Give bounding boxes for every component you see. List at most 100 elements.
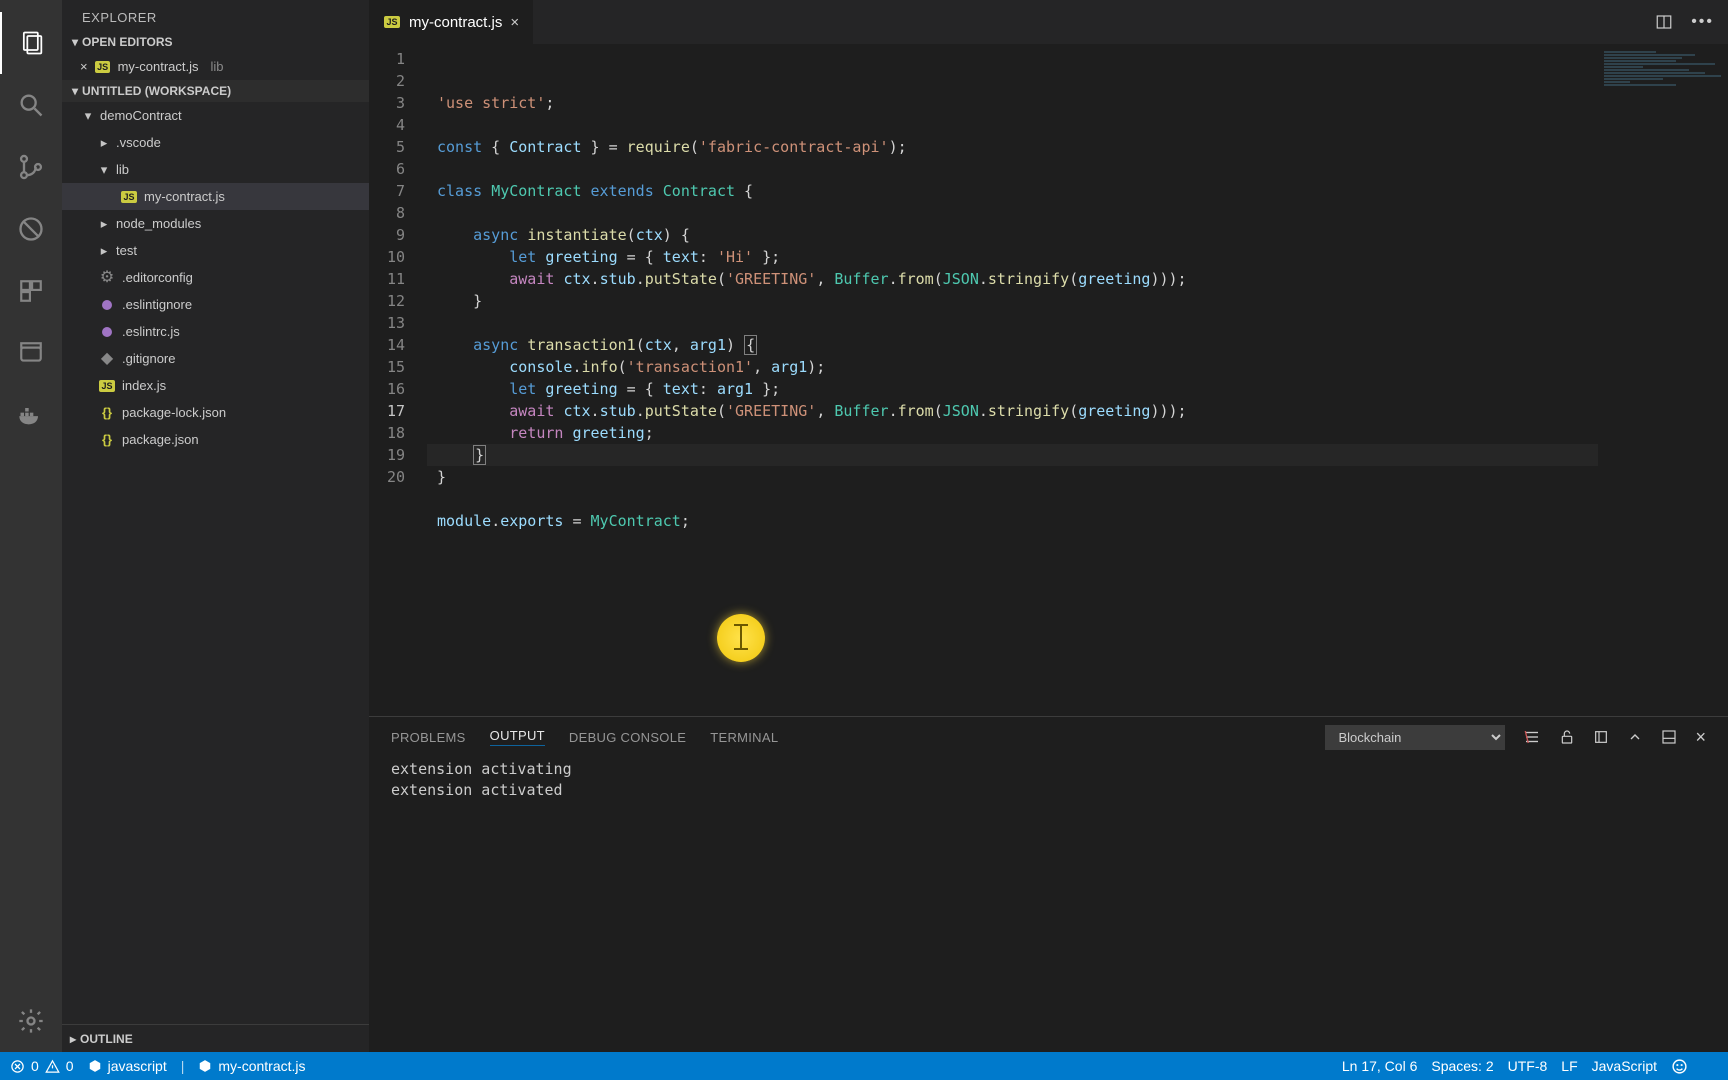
status-encoding[interactable]: UTF-8 <box>1508 1058 1548 1074</box>
panel-tabs: PROBLEMS OUTPUT DEBUG CONSOLE TERMINAL B… <box>369 717 1728 757</box>
tree-folder[interactable]: ▸ node_modules <box>62 210 369 237</box>
status-eslint-label: javascript <box>108 1058 167 1074</box>
tab-terminal[interactable]: TERMINAL <box>710 730 778 745</box>
tree-file[interactable]: {} package-lock.json <box>62 399 369 426</box>
tab-problems[interactable]: PROBLEMS <box>391 730 466 745</box>
tree-file[interactable]: {} package.json <box>62 426 369 453</box>
code-editor[interactable]: 1234567891011121314151617181920 'use str… <box>369 44 1598 716</box>
error-count: 0 <box>31 1058 39 1074</box>
output-content[interactable]: extension activatingextension activated <box>369 757 1728 1052</box>
chevron-down-icon: ▾ <box>72 84 78 98</box>
debug-icon[interactable] <box>0 198 62 260</box>
workspace-label: UNTITLED (WORKSPACE) <box>82 84 231 98</box>
open-editor-path: lib <box>211 59 224 74</box>
warning-count: 0 <box>66 1058 74 1074</box>
status-cursor-position[interactable]: Ln 17, Col 6 <box>1342 1058 1418 1074</box>
tree-folder-lib[interactable]: ▾ lib <box>62 156 369 183</box>
open-log-icon[interactable] <box>1593 729 1609 745</box>
source-control-icon[interactable] <box>0 136 62 198</box>
more-icon[interactable]: ••• <box>1691 13 1714 31</box>
chevron-right-icon: ▸ <box>98 216 110 232</box>
minimap[interactable] <box>1598 44 1728 716</box>
tree-folder[interactable]: ▸ .vscode <box>62 129 369 156</box>
file-label: .eslintrc.js <box>122 324 180 339</box>
status-errors[interactable]: 0 0 <box>10 1058 74 1074</box>
chevron-right-icon: ▸ <box>98 135 110 151</box>
open-editors-label: OPEN EDITORS <box>82 35 172 49</box>
js-file-icon: JS <box>384 16 399 28</box>
status-language[interactable]: JavaScript <box>1592 1058 1657 1074</box>
separator: | <box>181 1058 185 1074</box>
status-indentation[interactable]: Spaces: 2 <box>1431 1058 1493 1074</box>
settings-gear-icon[interactable] <box>0 990 62 1052</box>
close-icon[interactable]: × <box>510 14 519 31</box>
status-eslint[interactable]: javascript <box>88 1058 167 1074</box>
sidebar-title: EXPLORER <box>62 0 369 31</box>
split-editor-icon[interactable] <box>1655 13 1673 31</box>
json-file-icon: {} <box>98 432 116 447</box>
status-eol[interactable]: LF <box>1561 1058 1577 1074</box>
file-tree: ▾ demoContract ▸ .vscode ▾ lib JS my-con… <box>62 102 369 1024</box>
tab-active[interactable]: JS my-contract.js × <box>369 0 534 44</box>
lock-scroll-icon[interactable] <box>1559 729 1575 745</box>
bottom-panel: PROBLEMS OUTPUT DEBUG CONSOLE TERMINAL B… <box>369 716 1728 1052</box>
folder-label: .vscode <box>116 135 161 150</box>
js-file-icon: JS <box>95 61 110 73</box>
json-file-icon: {} <box>98 405 116 420</box>
chevron-down-icon: ▾ <box>72 35 78 49</box>
chevron-down-icon: ▾ <box>82 108 94 124</box>
file-label: .eslintignore <box>122 297 192 312</box>
tree-file[interactable]: JS index.js <box>62 372 369 399</box>
config-file-icon: ⚙ <box>98 273 116 283</box>
gitignore-file-icon: ◆ <box>98 354 116 364</box>
tree-file-active[interactable]: JS my-contract.js <box>62 183 369 210</box>
file-label: .gitignore <box>122 351 175 366</box>
editor-tabs: JS my-contract.js × ••• <box>369 0 1728 44</box>
line-numbers: 1234567891011121314151617181920 <box>369 44 427 716</box>
tab-label: my-contract.js <box>409 14 502 31</box>
open-editor-filename: my-contract.js <box>118 59 199 74</box>
outline-header[interactable]: ▸ OUTLINE <box>62 1024 369 1052</box>
outline-label: OUTLINE <box>80 1032 133 1046</box>
eslint-file-icon <box>102 300 112 310</box>
tree-file[interactable]: .eslintrc.js <box>62 318 369 345</box>
js-file-icon: JS <box>121 191 136 203</box>
file-label: .editorconfig <box>122 270 193 285</box>
workspace-header[interactable]: ▾ UNTITLED (WORKSPACE) <box>62 80 369 102</box>
tree-folder-root[interactable]: ▾ demoContract <box>62 102 369 129</box>
output-channel-select[interactable]: Blockchain <box>1325 725 1505 750</box>
docker-icon[interactable] <box>0 384 62 446</box>
tree-file[interactable]: ◆ .gitignore <box>62 345 369 372</box>
folder-label: lib <box>116 162 129 177</box>
click-indicator-icon <box>717 614 765 662</box>
activity-bar <box>0 0 62 1052</box>
close-icon[interactable]: × <box>80 59 88 74</box>
editor-region: JS my-contract.js × ••• 1234567891011121… <box>369 0 1728 1052</box>
close-panel-icon[interactable]: × <box>1695 727 1706 748</box>
search-icon[interactable] <box>0 74 62 136</box>
sidebar: EXPLORER ▾ OPEN EDITORS × JS my-contract… <box>62 0 369 1052</box>
explorer-icon[interactable] <box>0 12 62 74</box>
folder-label: node_modules <box>116 216 201 231</box>
tree-file[interactable]: ⚙ .editorconfig <box>62 264 369 291</box>
tree-file[interactable]: .eslintignore <box>62 291 369 318</box>
clear-output-icon[interactable] <box>1523 728 1541 746</box>
collapse-panel-icon[interactable] <box>1627 729 1643 745</box>
file-label: my-contract.js <box>144 189 225 204</box>
extensions-icon[interactable] <box>0 260 62 322</box>
ibm-blockchain-icon[interactable] <box>0 322 62 384</box>
notifications-icon[interactable] <box>1702 1058 1718 1074</box>
open-editors-header[interactable]: ▾ OPEN EDITORS <box>62 31 369 53</box>
folder-label: demoContract <box>100 108 182 123</box>
open-editor-item[interactable]: × JS my-contract.js lib <box>62 53 369 80</box>
maximize-panel-icon[interactable] <box>1661 729 1677 745</box>
feedback-icon[interactable] <box>1671 1058 1688 1075</box>
tab-debug-console[interactable]: DEBUG CONSOLE <box>569 730 686 745</box>
folder-label: test <box>116 243 137 258</box>
chevron-right-icon: ▸ <box>98 243 110 259</box>
status-file[interactable]: my-contract.js <box>198 1058 305 1074</box>
code-content[interactable]: 'use strict';const { Contract } = requir… <box>427 44 1598 716</box>
tab-output[interactable]: OUTPUT <box>490 728 545 746</box>
file-label: index.js <box>122 378 166 393</box>
tree-folder[interactable]: ▸ test <box>62 237 369 264</box>
